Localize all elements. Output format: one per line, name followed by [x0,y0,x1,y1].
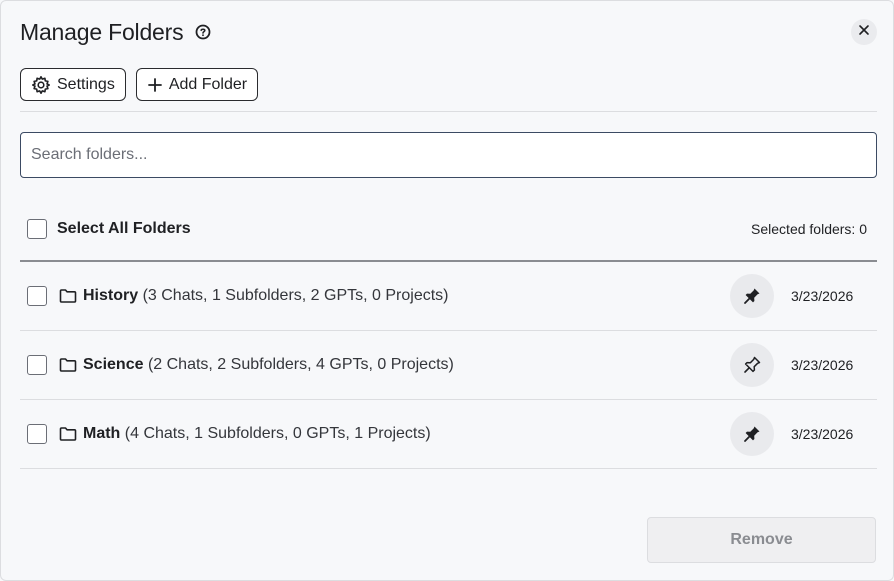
pin-filled-icon [742,424,762,444]
divider [20,111,877,112]
add-folder-label: Add Folder [168,75,248,93]
pin-filled-icon [742,286,762,306]
selected-count: Selected folders: 0 [751,221,867,237]
gear-icon [31,75,51,95]
folder-details: (4 Chats, 1 Subfolders, 0 GPTs, 1 Projec… [124,425,431,442]
folder-label[interactable]: History (3 Chats, 1 Subfolders, 2 GPTs, … [83,287,448,305]
folder-checkbox[interactable] [27,355,47,375]
folder-label[interactable]: Math (4 Chats, 1 Subfolders, 0 GPTs, 1 P… [83,425,431,443]
toolbar: Settings Add Folder [20,68,259,101]
manage-folders-dialog: Manage Folders Settings Add Folder Searc… [0,0,894,581]
folder-name: Science [83,356,144,373]
folder-icon [59,288,77,304]
pin-outline-icon [742,355,762,375]
search-input[interactable] [20,132,877,178]
folder-row[interactable]: Science (2 Chats, 2 Subfolders, 4 GPTs, … [20,331,877,400]
dialog-header: Manage Folders [20,17,211,47]
folder-checkbox[interactable] [27,424,47,444]
folder-details: (3 Chats, 1 Subfolders, 2 GPTs, 0 Projec… [142,287,449,304]
remove-button[interactable]: Remove [647,517,876,563]
pin-button[interactable] [730,343,774,387]
select-all-row: Select All Folders Selected folders: 0 [20,209,877,249]
folder-date: 3/23/2026 [791,426,854,442]
folder-date: 3/23/2026 [791,288,854,304]
dialog-title: Manage Folders [20,18,184,45]
folder-date: 3/23/2026 [791,357,854,373]
folder-row[interactable]: History (3 Chats, 1 Subfolders, 2 GPTs, … [20,262,877,331]
settings-label: Settings [57,75,115,93]
folder-list: History (3 Chats, 1 Subfolders, 2 GPTs, … [20,262,877,469]
folder-icon [59,426,77,442]
folder-details: (2 Chats, 2 Subfolders, 4 GPTs, 0 Projec… [147,356,454,373]
folder-name: History [83,287,139,304]
help-circle-icon[interactable] [195,24,211,40]
search-box [20,132,877,178]
settings-button[interactable]: Settings [20,68,126,101]
folder-icon [59,357,77,373]
select-all-label[interactable]: Select All Folders [57,220,191,238]
folder-name: Math [83,425,121,442]
select-all-checkbox[interactable] [27,219,47,239]
pin-button[interactable] [730,274,774,318]
folder-label[interactable]: Science (2 Chats, 2 Subfolders, 4 GPTs, … [83,356,454,374]
add-folder-button[interactable]: Add Folder [135,68,259,101]
folder-checkbox[interactable] [27,286,47,306]
close-button[interactable] [851,19,877,45]
folder-row[interactable]: Math (4 Chats, 1 Subfolders, 0 GPTs, 1 P… [20,400,877,469]
close-icon [858,23,870,41]
plus-icon [147,77,163,93]
pin-button[interactable] [730,412,774,456]
